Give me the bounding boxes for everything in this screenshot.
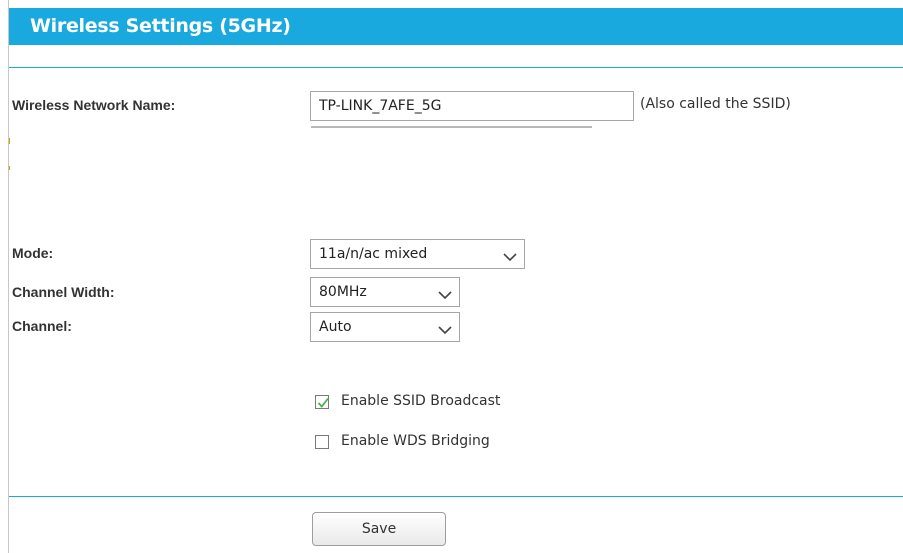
wds-bridging-label: Enable WDS Bridging xyxy=(341,433,490,449)
chevron-down-icon xyxy=(503,249,517,262)
ssid-hint: (Also called the SSID) xyxy=(640,96,791,112)
channel-width-selected-value: 80MHz xyxy=(319,284,367,300)
ssid-broadcast-label: Enable SSID Broadcast xyxy=(341,393,501,409)
channel-label: Channel: xyxy=(12,318,72,334)
page-title: Wireless Settings (5GHz) xyxy=(30,15,291,37)
wds-bridging-checkbox[interactable] xyxy=(315,435,329,449)
ssid-label: Wireless Network Name: xyxy=(12,97,176,113)
save-button[interactable]: Save xyxy=(312,512,446,546)
channel-width-select[interactable]: 80MHz xyxy=(310,277,460,307)
ssid-broadcast-checkbox[interactable] xyxy=(315,395,329,409)
divider-top xyxy=(9,67,903,68)
chevron-down-icon xyxy=(438,322,452,335)
ssid-input-underline xyxy=(311,126,592,128)
ssid-input[interactable] xyxy=(310,91,634,121)
chevron-down-icon xyxy=(438,287,452,300)
section-header: Wireless Settings (5GHz) xyxy=(9,8,903,45)
mode-selected-value: 11a/n/ac mixed xyxy=(319,246,428,262)
divider-bottom xyxy=(9,496,903,497)
mode-label: Mode: xyxy=(12,245,54,261)
edge-mark xyxy=(9,166,10,170)
mode-select[interactable]: 11a/n/ac mixed xyxy=(310,239,525,269)
channel-width-label: Channel Width: xyxy=(12,284,115,300)
edge-mark xyxy=(9,138,10,144)
channel-select[interactable]: Auto xyxy=(310,312,460,342)
channel-selected-value: Auto xyxy=(319,319,352,335)
